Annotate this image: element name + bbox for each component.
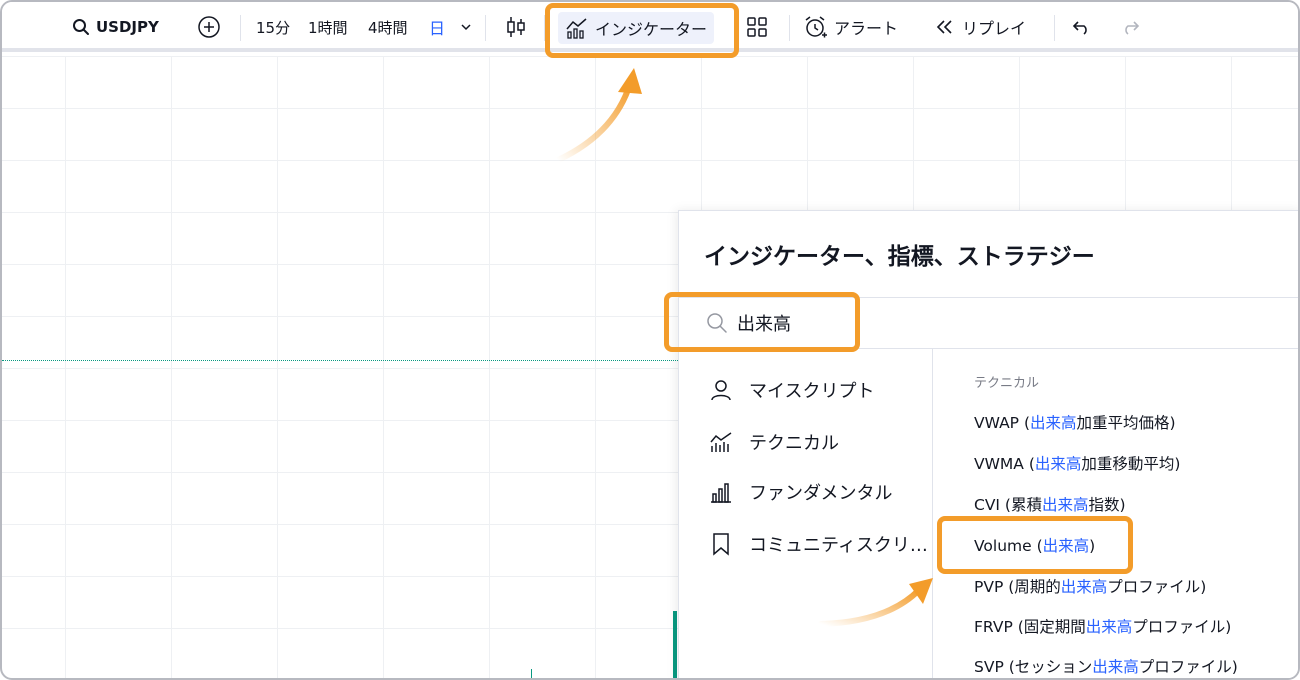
- bar-chart-icon: [711, 483, 731, 503]
- technical-chart-icon: [710, 432, 732, 452]
- category-label: コミュニティスクリ…: [749, 535, 928, 556]
- result-match: 出来高: [1085, 618, 1133, 636]
- toolbar-divider: [789, 15, 790, 41]
- undo-icon: [1072, 21, 1087, 35]
- volume-bar: [673, 611, 677, 678]
- result-text: 指数): [1088, 496, 1126, 514]
- result-text: 加重平均価格): [1076, 414, 1176, 432]
- result-match: 出来高: [1092, 658, 1139, 676]
- chart-type-button[interactable]: [505, 2, 527, 52]
- app-window: USDJPY 15分 1時間 4時間 日 インジケーター アラート リプレイ イ…: [0, 0, 1300, 680]
- timeframe-4h[interactable]: 4時間: [368, 2, 408, 52]
- result-pvp[interactable]: PVP (周期的出来高プロファイル): [974, 575, 1206, 597]
- result-text: プロファイル): [1107, 578, 1207, 596]
- result-text: CVI (累積: [974, 496, 1042, 514]
- timeframe-1d[interactable]: 日: [429, 2, 445, 52]
- result-vwma[interactable]: VWMA (出来高加重移動平均): [974, 452, 1180, 474]
- candlestick-icon: [507, 17, 525, 37]
- results-list: テクニカル VWAP (出来高加重平均価格) VWMA (出来高加重移動平均) …: [934, 349, 1298, 678]
- category-fundamental[interactable]: ファンダメンタル: [709, 477, 892, 507]
- plus-circle-icon: [198, 16, 220, 38]
- category-community-scripts[interactable]: コミュニティスクリ…: [709, 529, 928, 559]
- category-technical[interactable]: テクニカル: [709, 427, 839, 457]
- result-vwap[interactable]: VWAP (出来高加重平均価格): [974, 411, 1176, 433]
- alert-label: アラート: [834, 19, 899, 38]
- result-text: プロファイル): [1138, 658, 1238, 676]
- alarm-clock-icon: [805, 16, 827, 38]
- toolbar-divider: [240, 15, 241, 41]
- result-match: 出来高: [1034, 455, 1082, 473]
- bookmark-icon: [713, 533, 729, 556]
- toolbar-divider: [485, 15, 486, 41]
- toolbar-divider: [1054, 15, 1055, 41]
- highlight-search-input: [664, 292, 860, 352]
- search-icon: [73, 19, 89, 35]
- candle-wick: [531, 669, 532, 678]
- result-text: VWAP (: [974, 414, 1031, 432]
- symbol-search-button[interactable]: USDJPY: [72, 2, 159, 52]
- category-list: マイスクリプト テクニカル ファンダメンタル コミュニティスクリ…: [679, 349, 933, 678]
- result-match: 出来高: [1060, 578, 1108, 596]
- redo-button[interactable]: [1120, 2, 1140, 52]
- alert-button[interactable]: アラート: [802, 2, 898, 52]
- indicators-dialog: インジケーター、指標、ストラテジー マイスクリプト テクニカル ファンダメンタル…: [678, 210, 1298, 678]
- highlight-indicators-button: [545, 3, 739, 58]
- compare-add-button[interactable]: [197, 2, 221, 52]
- undo-button[interactable]: [1072, 2, 1092, 52]
- result-text: FRVP (固定期間: [974, 618, 1086, 636]
- timeframe-1h[interactable]: 1時間: [308, 2, 348, 52]
- category-my-scripts[interactable]: マイスクリプト: [709, 375, 874, 405]
- section-header: テクニカル: [974, 376, 1040, 391]
- arrow-to-volume-icon: [818, 578, 933, 627]
- category-label: マイスクリプト: [749, 381, 875, 402]
- category-label: ファンダメンタル: [749, 483, 893, 504]
- result-text: 加重移動平均): [1081, 455, 1181, 473]
- result-match: 出来高: [1041, 496, 1089, 514]
- grid-icon: [747, 17, 767, 37]
- result-text: プロファイル): [1132, 618, 1232, 636]
- category-label: テクニカル: [749, 433, 839, 454]
- current-price-line: [2, 360, 682, 361]
- rewind-icon: [936, 20, 952, 34]
- replay-button[interactable]: リプレイ: [934, 2, 1026, 52]
- highlight-volume-result: [937, 516, 1133, 574]
- result-svp[interactable]: SVP (セッション出来高プロファイル): [974, 655, 1238, 677]
- result-text: VWMA (: [974, 455, 1035, 473]
- result-cvi[interactable]: CVI (累積出来高指数): [974, 493, 1126, 515]
- chevron-down-icon: [461, 24, 471, 31]
- replay-label: リプレイ: [962, 19, 1027, 38]
- result-match: 出来高: [1030, 414, 1077, 432]
- result-frvp[interactable]: FRVP (固定期間出来高プロファイル): [974, 615, 1231, 637]
- symbol-label: USDJPY: [96, 18, 159, 36]
- dialog-title: インジケーター、指標、ストラテジー: [704, 244, 1095, 270]
- layout-templates-button[interactable]: [746, 2, 768, 52]
- redo-icon: [1125, 21, 1140, 35]
- timeframe-dropdown[interactable]: [460, 2, 472, 52]
- user-icon: [711, 380, 731, 401]
- timeframe-15m[interactable]: 15分: [256, 2, 290, 52]
- arrow-to-indicators-icon: [555, 68, 642, 163]
- result-text: PVP (周期的: [974, 578, 1061, 596]
- result-text: SVP (セッション: [974, 658, 1093, 676]
